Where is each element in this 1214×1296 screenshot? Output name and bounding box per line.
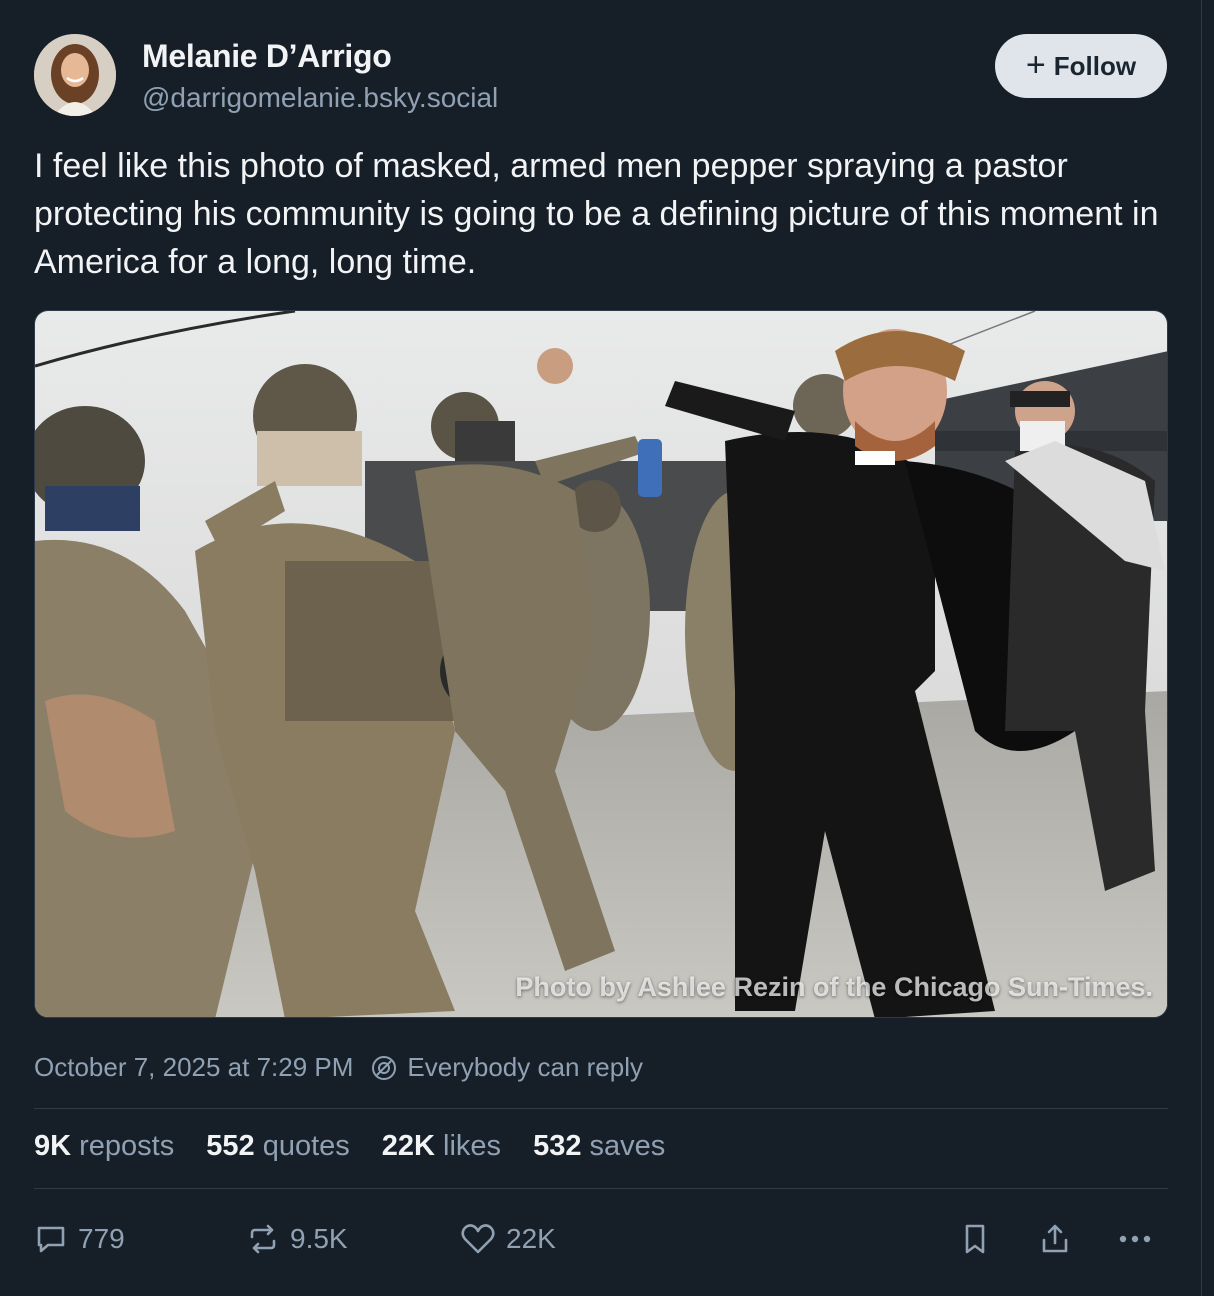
reply-setting: Everybody can reply bbox=[371, 1052, 643, 1083]
photo-scene bbox=[35, 311, 1167, 1017]
share-button[interactable] bbox=[1038, 1214, 1072, 1264]
stat-likes[interactable]: 22K likes bbox=[382, 1130, 501, 1163]
repost-count: 9.5K bbox=[290, 1223, 348, 1254]
author-name[interactable]: Melanie D’Arrigo bbox=[142, 38, 392, 75]
reply-icon bbox=[37, 1226, 65, 1253]
share-icon bbox=[1042, 1224, 1068, 1253]
author-handle[interactable]: @darrigomelanie.bsky.social bbox=[142, 82, 498, 114]
post-stats: 9K reposts 552 quotes 22K likes 532 save… bbox=[34, 1130, 665, 1163]
repost-button[interactable]: 9.5K bbox=[246, 1214, 348, 1264]
stat-quotes[interactable]: 552 quotes bbox=[206, 1130, 350, 1163]
bookmark-button[interactable] bbox=[958, 1214, 992, 1264]
image-credit: Photo by Ashlee Rezin of the Chicago Sun… bbox=[515, 972, 1153, 1002]
more-button[interactable] bbox=[1114, 1214, 1156, 1264]
divider bbox=[34, 1108, 1168, 1109]
like-button[interactable]: 22K bbox=[460, 1214, 556, 1264]
follow-button[interactable]: + Follow bbox=[995, 34, 1167, 98]
reply-setting-label: Everybody can reply bbox=[407, 1052, 643, 1082]
post-header: Melanie D’Arrigo @darrigomelanie.bsky.so… bbox=[34, 34, 1167, 118]
heart-icon bbox=[461, 1224, 495, 1254]
repost-icon bbox=[250, 1224, 276, 1254]
avatar[interactable] bbox=[34, 34, 116, 116]
more-icon bbox=[1119, 1235, 1151, 1243]
divider bbox=[34, 1188, 1168, 1189]
post-container: Melanie D’Arrigo @darrigomelanie.bsky.so… bbox=[0, 0, 1202, 1296]
globe-icon bbox=[372, 1055, 397, 1080]
post-text: I feel like this photo of masked, armed … bbox=[34, 147, 1159, 281]
bookmark-icon bbox=[965, 1224, 985, 1254]
follow-label: Follow bbox=[1053, 50, 1137, 81]
like-count: 22K bbox=[506, 1223, 556, 1254]
stat-reposts[interactable]: 9K reposts bbox=[34, 1130, 174, 1163]
action-bar: 779 9.5K 22K bbox=[34, 1214, 1168, 1264]
post-meta: October 7, 2025 at 7:29 PM Everybody can… bbox=[34, 1052, 643, 1083]
post-image[interactable]: Photo by Ashlee Rezin of the Chicago Sun… bbox=[34, 310, 1168, 1018]
timestamp[interactable]: October 7, 2025 at 7:29 PM bbox=[34, 1052, 353, 1083]
reply-button[interactable]: 779 bbox=[34, 1214, 125, 1264]
plus-icon: + bbox=[1025, 45, 1046, 84]
stat-saves[interactable]: 532 saves bbox=[533, 1130, 665, 1163]
reply-count: 779 bbox=[78, 1223, 125, 1254]
